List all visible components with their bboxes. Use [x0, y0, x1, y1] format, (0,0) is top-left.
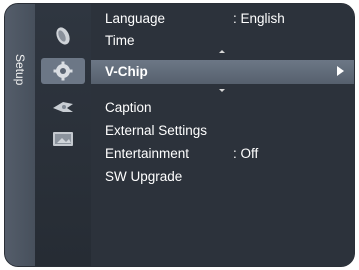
menu-item-external-settings[interactable]: External Settings	[91, 120, 354, 141]
channel-icon[interactable]	[45, 94, 81, 120]
menu-item-label: Entertainment	[105, 146, 190, 161]
menu-item-v-chip[interactable]: V-Chip	[91, 60, 354, 84]
menu-item-label: SW Upgrade	[105, 169, 183, 184]
menu-item-value: : Off	[233, 146, 259, 161]
tv-menu-frame: Setup Language: English Time V-Chip Cap…	[0, 0, 359, 270]
menu-item-label: Language	[105, 11, 166, 26]
satellite-dish-icon[interactable]	[45, 22, 81, 48]
menu-item-sw-upgrade[interactable]: SW Upgrade	[91, 166, 354, 187]
menu-item-label: External Settings	[105, 123, 208, 138]
setup-menu-list: Language : English Time V-Chip Caption E…	[91, 4, 354, 266]
menu-item-language[interactable]: Language : English	[91, 8, 354, 29]
side-tab-label: Setup	[13, 54, 27, 86]
category-icon-column	[35, 4, 91, 266]
menu-item-label: V-Chip	[105, 64, 148, 79]
scroll-up-indicator	[219, 50, 225, 53]
menu-item-value: : English	[233, 11, 285, 26]
side-tab[interactable]: Setup	[5, 4, 35, 266]
menu-item-caption[interactable]: Caption	[91, 97, 354, 118]
menu-item-label: Time	[105, 33, 135, 48]
menu-item-entertainment[interactable]: Entertainment : Off	[91, 143, 354, 164]
setup-menu-panel: Setup Language: English Time V-Chip Cap…	[4, 3, 355, 267]
menu-item-time[interactable]: Time	[91, 30, 354, 51]
chevron-right-icon	[337, 66, 344, 76]
picture-icon[interactable]	[45, 126, 81, 152]
gear-icon[interactable]	[41, 58, 85, 84]
menu-item-label: Caption	[105, 100, 152, 115]
scroll-down-indicator	[219, 89, 225, 92]
